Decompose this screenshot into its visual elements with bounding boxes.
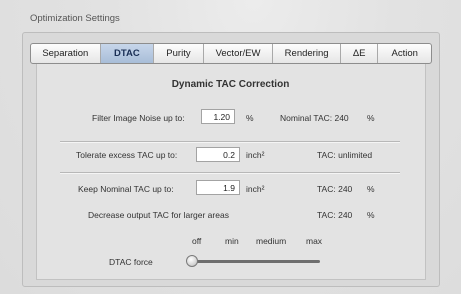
section-title: Optimization Settings <box>30 13 120 24</box>
tab-purity[interactable]: Purity <box>153 44 203 63</box>
slider-scale-min: min <box>225 236 239 246</box>
nominal-tac-unit: % <box>367 113 375 123</box>
filter-noise-label: Filter Image Noise up to: <box>92 113 185 123</box>
divider-1 <box>60 141 400 143</box>
filter-noise-input[interactable] <box>201 109 235 124</box>
filter-noise-unit: % <box>246 113 254 123</box>
dtac-force-slider-track[interactable] <box>196 260 320 263</box>
tolerate-excess-unit: inch² <box>246 150 265 160</box>
keep-nominal-input[interactable] <box>196 180 240 195</box>
tab-separation[interactable]: Separation <box>31 44 100 63</box>
divider-2 <box>60 172 400 174</box>
decrease-output-info-unit: % <box>367 210 375 220</box>
tab-action[interactable]: Action <box>377 44 431 63</box>
dtac-force-slider-knob[interactable] <box>186 255 198 267</box>
tab-delta-e[interactable]: ΔE <box>339 44 378 63</box>
tab-rendering[interactable]: Rendering <box>272 44 340 63</box>
tolerate-excess-input[interactable] <box>196 147 240 162</box>
decrease-output-label: Decrease output TAC for larger areas <box>88 210 229 220</box>
panel-heading: Dynamic TAC Correction <box>171 79 290 90</box>
nominal-tac-label: Nominal TAC: 240 <box>280 113 349 123</box>
slider-scale-off: off <box>192 236 202 246</box>
keep-nominal-info: TAC: 240 <box>317 184 353 194</box>
tab-vector-ew[interactable]: Vector/EW <box>202 44 273 63</box>
keep-nominal-info-unit: % <box>367 184 375 194</box>
slider-scale-medium: medium <box>256 236 287 246</box>
tab-bar: Separation DTAC Purity Vector/EW Renderi… <box>30 43 432 64</box>
slider-scale-max: max <box>306 236 323 246</box>
tolerate-excess-info: TAC: unlimited <box>317 150 373 160</box>
keep-nominal-label: Keep Nominal TAC up to: <box>78 184 174 194</box>
decrease-output-info: TAC: 240 <box>317 210 353 220</box>
dtac-force-label: DTAC force <box>109 257 153 267</box>
keep-nominal-unit: inch² <box>246 184 265 194</box>
tab-dtac[interactable]: DTAC <box>99 44 154 63</box>
tolerate-excess-label: Tolerate excess TAC up to: <box>76 150 178 160</box>
